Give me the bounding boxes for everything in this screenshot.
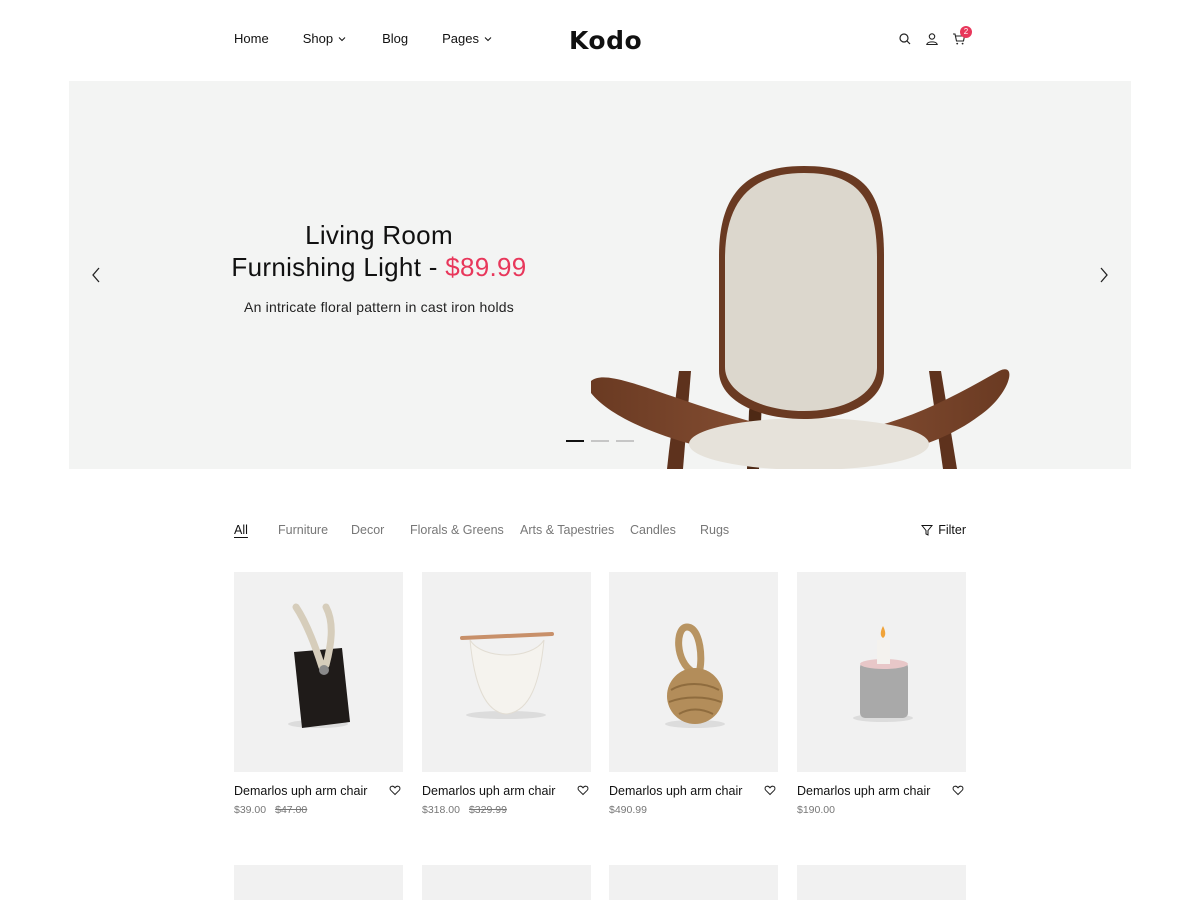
filter-tab-arts[interactable]: Arts & Tapestries [520,523,614,537]
hero-subtitle: An intricate floral pattern in cast iron… [244,299,514,315]
woven-basket-image [460,632,554,719]
product-prices: $39.00 $47.00 [234,804,307,816]
slider-dot-3[interactable] [616,440,634,442]
hero-title-line2: Furnishing Light - $89.99 [219,251,539,283]
hero-slider: Living Room Furnishing Light - $89.99 An… [69,81,1131,469]
filter-funnel-icon [921,525,934,536]
hero-title-text: Furnishing Light - [231,252,446,282]
product-thumbnail [422,865,591,900]
user-icon[interactable] [925,32,939,46]
wishlist-heart-icon[interactable] [764,784,776,796]
nav-blog[interactable]: Blog [382,31,408,46]
rope-knot-image [665,623,725,728]
product-card [797,865,966,900]
product-image[interactable] [609,865,778,900]
product-old-price: $329.99 [468,804,507,816]
product-card: Demarlos uph arm chair $39.00 $47.00 [234,572,403,816]
product-card [609,865,778,900]
site-header: Home Shop Blog Pages Kodo 2 [0,0,1200,80]
nav-pages[interactable]: Pages [442,31,492,46]
slider-dot-2[interactable] [591,440,609,442]
site-logo[interactable]: Kodo [569,26,642,55]
search-icon[interactable] [898,32,912,46]
product-image[interactable] [609,572,778,772]
slider-dots [566,440,641,442]
filter-tab-all[interactable]: All [234,523,248,537]
product-image[interactable] [234,865,403,900]
cart-icon[interactable]: 2 [952,26,972,46]
product-image[interactable] [422,865,591,900]
filter-tab-rugs[interactable]: Rugs [700,523,729,537]
nav-home-label: Home [234,31,269,46]
product-name[interactable]: Demarlos uph arm chair [609,784,742,798]
product-name[interactable]: Demarlos uph arm chair [234,784,367,798]
filter-button-label: Filter [938,523,966,537]
hero-price: $89.99 [445,252,527,282]
filter-tab-florals[interactable]: Florals & Greens [410,523,504,537]
main-nav: Home Shop Blog Pages [234,31,492,46]
slider-next-arrow-icon[interactable] [1097,265,1111,285]
product-price: $39.00 [234,804,267,816]
product-card [422,865,591,900]
product-prices: $318.00 $329.99 [422,804,507,816]
wishlist-heart-icon[interactable] [577,784,589,796]
nav-shop[interactable]: Shop [303,31,346,46]
slider-dot-1[interactable] [566,440,584,442]
product-card: Demarlos uph arm chair $490.99 [609,572,778,816]
header-icons: 2 [885,26,972,46]
filter-tab-candles[interactable]: Candles [630,523,676,537]
product-price: $490.99 [609,804,647,816]
nav-shop-label: Shop [302,31,334,46]
product-card: Demarlos uph arm chair $190.00 [797,572,966,816]
filter-button[interactable]: Filter [921,523,966,537]
product-price: $318.00 [422,804,460,816]
candle-holder-image [853,626,913,722]
slider-prev-arrow-icon[interactable] [89,265,103,285]
product-price: $190.00 [797,804,835,816]
product-image[interactable] [234,572,403,772]
hero-chair-image [591,166,1010,469]
nav-pages-label: Pages [442,31,479,46]
product-name[interactable]: Demarlos uph arm chair [797,784,930,798]
wishlist-heart-icon[interactable] [952,784,964,796]
product-image[interactable] [797,572,966,772]
chevron-down-icon [338,36,346,41]
product-old-price: $47.00 [275,804,308,816]
hero-title-line1: Living Room [305,220,453,250]
filter-tab-decor[interactable]: Decor [351,523,384,537]
product-prices: $490.99 [609,804,647,816]
hero-text: Living Room Furnishing Light - $89.99 An… [219,219,539,315]
product-image[interactable] [797,865,966,900]
cart-count-badge: 2 [960,26,972,38]
product-image[interactable] [422,572,591,772]
nav-home[interactable]: Home [234,31,269,46]
filter-tab-furniture[interactable]: Furniture [278,523,328,537]
chevron-down-icon [484,36,492,41]
nav-blog-label: Blog [382,31,409,46]
product-prices: $190.00 [797,804,835,816]
product-card: Demarlos uph arm chair $318.00 $329.99 [422,572,591,816]
rope-bag-image [288,603,350,728]
product-card [234,865,403,900]
category-filters: All Furniture Decor Florals & Greens Art… [234,523,966,541]
wishlist-heart-icon[interactable] [389,784,401,796]
product-name[interactable]: Demarlos uph arm chair [422,784,555,798]
